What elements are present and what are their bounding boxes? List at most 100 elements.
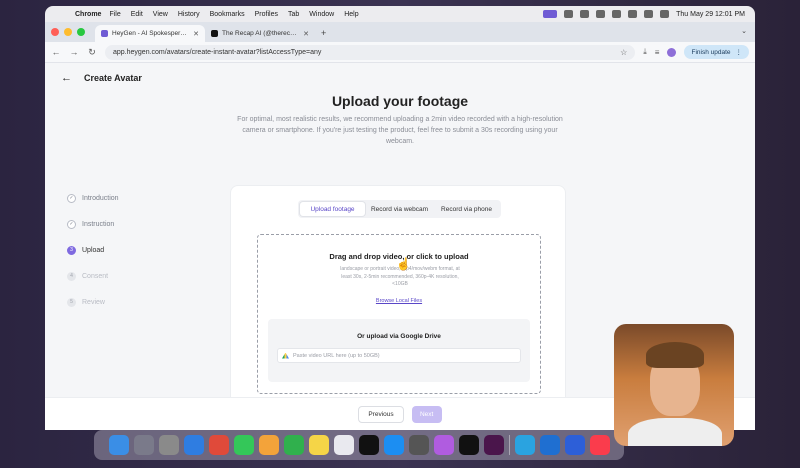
quicktime-icon[interactable] [408,435,429,455]
finder-icon[interactable] [108,435,129,455]
forward-arrow-icon[interactable]: → [69,47,79,57]
google-drive-url-input[interactable]: Paste video URL here (up to 50GB) [277,348,521,363]
close-tab-icon[interactable]: ✕ [193,30,199,38]
control-center-icon[interactable] [660,10,670,18]
telegram-icon[interactable] [514,435,535,455]
appletv-icon[interactable] [358,435,379,455]
url-text[interactable]: app.heygen.com/avatars/create-instant-av… [113,49,620,56]
status-icon[interactable] [580,10,590,18]
play-icon[interactable] [612,10,622,18]
1password-icon[interactable] [564,435,585,455]
extensions-icon[interactable]: ≡ [655,48,660,57]
google-drive-title: Or upload via Google Drive [357,333,441,340]
freeform-icon[interactable] [333,435,354,455]
menu-profiles[interactable]: Profiles [255,11,278,18]
menu-app-name[interactable]: Chrome [75,11,101,18]
tab-title: The Recap AI (@therecapai) [222,30,300,37]
search-icon[interactable] [644,10,654,18]
music-icon[interactable] [589,435,610,455]
status-icon[interactable] [564,10,574,18]
upload-card: Upload footage Record via webcam Record … [230,185,566,405]
step-introduction[interactable]: ✓ Introduction [67,185,119,211]
notes-icon[interactable] [308,435,329,455]
minimize-window-icon[interactable] [64,28,72,36]
step-label: Upload [82,246,105,254]
facetime-icon[interactable] [283,435,304,455]
browser-tab-recap[interactable]: The Recap AI (@therecapai) ✕ [205,25,315,42]
check-icon: ✓ [67,219,76,229]
tab-upload-footage[interactable]: Upload footage [300,202,365,216]
profile-avatar[interactable] [667,47,677,57]
next-button[interactable]: Next [411,405,442,423]
google-drive-icon [282,352,289,359]
screen-record-icon[interactable] [543,10,558,18]
upload-heading: Upload your footage [331,93,469,109]
macos-menu-bar: Chrome File Edit View History Bookmarks … [45,6,755,22]
browser-tab-heygen[interactable]: HeyGen - AI Spokesperson Vi ✕ [95,25,205,42]
menu-edit[interactable]: Edit [131,11,143,18]
step-review: 5 Review [67,289,119,315]
capcut-icon[interactable] [458,435,479,455]
tab-strip: HeyGen - AI Spokesperson Vi ✕ The Recap … [45,22,755,42]
menu-bookmarks[interactable]: Bookmarks [210,11,245,18]
new-tab-button[interactable]: + [321,25,326,42]
menu-window[interactable]: Window [309,11,334,18]
step-upload[interactable]: 3 Upload [67,237,119,263]
finish-update-button[interactable]: Finish update ⋮ [684,45,749,59]
webcam-person-body [628,418,722,446]
step-label: Review [82,298,105,306]
step-list: ✓ Introduction ✓ Instruction 3 Upload 4 … [67,185,119,315]
slack-icon[interactable] [483,435,504,455]
menu-clock[interactable]: Thu May 29 12:01 PM [676,11,745,18]
menu-view[interactable]: View [153,11,168,18]
photos-icon[interactable] [258,435,279,455]
appstore-icon[interactable] [383,435,404,455]
back-arrow-icon[interactable]: ← [61,72,72,84]
google-drive-placeholder: Paste video URL here (up to 50GB) [293,352,380,359]
bookmark-star-icon[interactable]: ☆ [620,48,627,57]
video-dropzone[interactable]: Drag and drop video, or click to upload … [257,234,541,394]
upload-method-tabs: Upload footage Record via webcam Record … [298,200,501,218]
close-tab-icon[interactable]: ✕ [303,30,309,38]
finish-update-label: Finish update [691,48,731,56]
step-number-badge: 4 [67,271,76,281]
step-instruction[interactable]: ✓ Instruction [67,211,119,237]
safari-icon[interactable] [183,435,204,455]
messages-icon[interactable] [233,435,254,455]
menu-history[interactable]: History [178,11,200,18]
tab-record-phone[interactable]: Record via phone [434,202,499,216]
check-icon: ✓ [67,193,76,203]
menu-help[interactable]: Help [344,11,358,18]
reload-icon[interactable]: ↻ [87,47,97,58]
previous-button[interactable]: Previous [358,405,404,423]
page-header: ← Create Avatar [45,63,755,93]
menu-file[interactable]: File [109,11,120,18]
back-arrow-icon[interactable]: ← [51,47,61,57]
webcam-overlay [614,324,734,446]
launchpad-icon[interactable] [133,435,154,455]
dock-separator [508,435,510,455]
webcam-person-hair [646,342,704,368]
tab-search-chevron-icon[interactable]: ⌄ [741,27,747,35]
download-icon[interactable]: ⤓ [643,47,647,57]
zoom-window-icon[interactable] [77,28,85,36]
page-title: Create Avatar [84,73,142,83]
settings-icon[interactable] [158,435,179,455]
browse-local-files-link[interactable]: Browse Local Files [258,298,540,304]
status-area: Thu May 29 12:01 PM [543,10,745,18]
status-icon[interactable] [596,10,606,18]
step-consent: 4 Consent [67,263,119,289]
menu-tab[interactable]: Tab [288,11,299,18]
wifi-icon[interactable] [628,10,638,18]
chrome-icon[interactable] [208,435,229,455]
address-bar[interactable]: app.heygen.com/avatars/create-instant-av… [105,44,636,60]
macos-dock [94,430,624,460]
step-label: Instruction [82,220,115,228]
podcasts-icon[interactable] [433,435,454,455]
step-number-badge: 5 [67,297,76,307]
vscode-icon[interactable] [539,435,560,455]
upload-subheading: For optimal, most realistic results, we … [237,116,563,145]
google-drive-panel: Or upload via Google Drive Paste video U… [268,319,530,382]
close-window-icon[interactable] [51,28,59,36]
tab-record-webcam[interactable]: Record via webcam [367,202,432,216]
